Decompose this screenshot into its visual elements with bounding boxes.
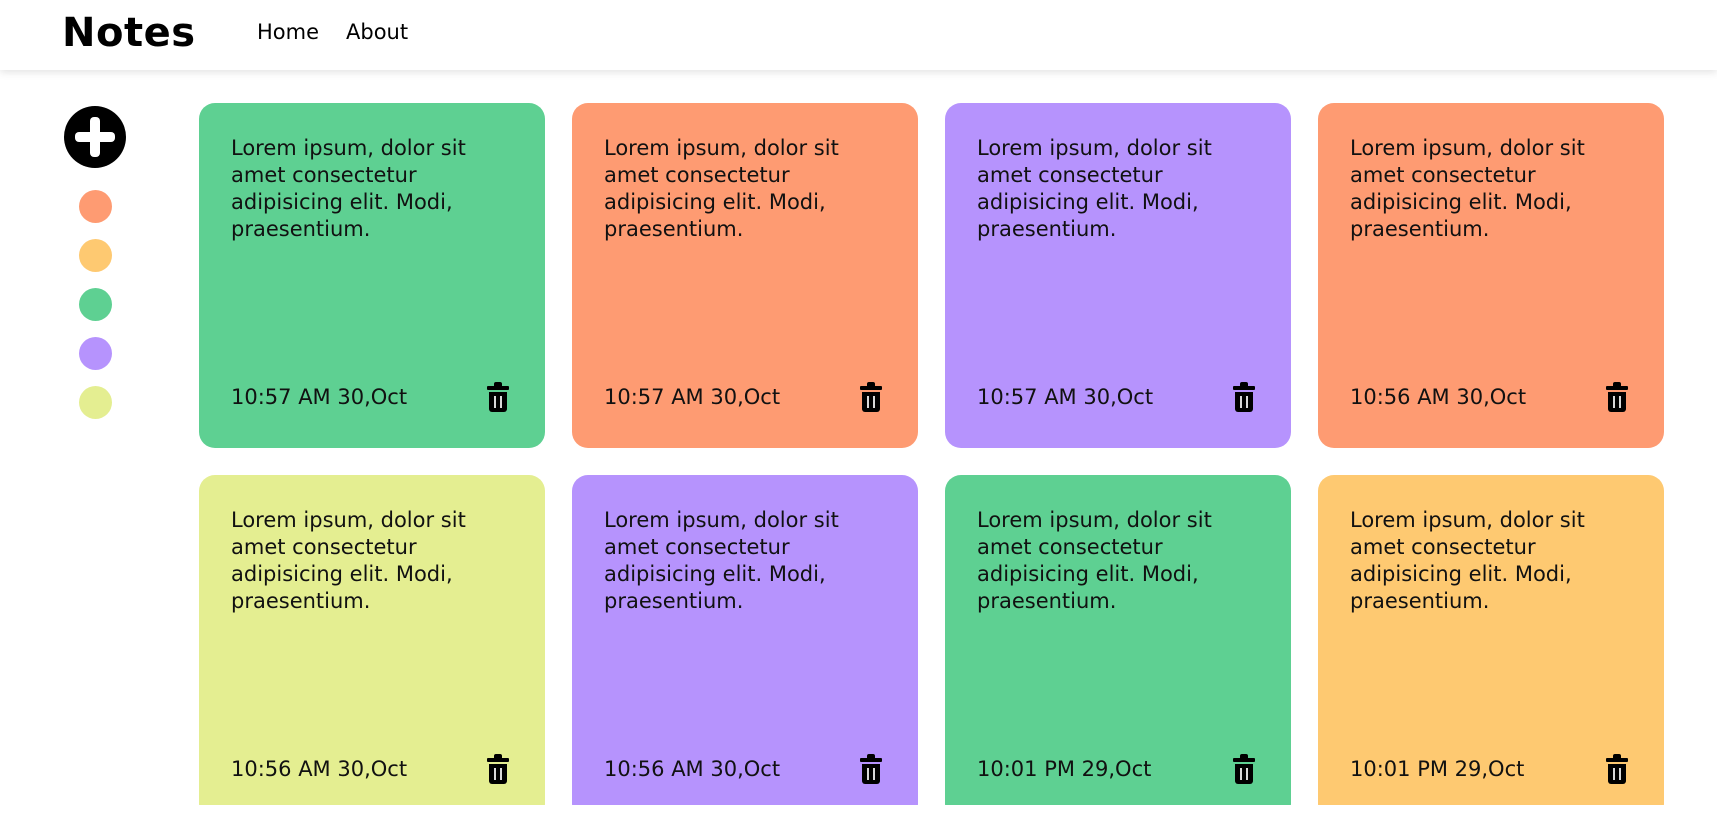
note-card[interactable]: Lorem ipsum, dolor sit amet consectetur … bbox=[572, 475, 918, 820]
trash-icon[interactable] bbox=[487, 382, 509, 412]
trash-icon[interactable] bbox=[860, 382, 882, 412]
notes-grid: Lorem ipsum, dolor sit amet consectetur … bbox=[199, 103, 1664, 820]
note-timestamp: 10:01 PM 29,Oct bbox=[1350, 757, 1525, 781]
color-swatches bbox=[79, 190, 128, 419]
note-timestamp: 10:56 AM 30,Oct bbox=[1350, 385, 1527, 409]
app-brand: Notes bbox=[62, 10, 196, 56]
swatch-lime[interactable] bbox=[79, 386, 112, 419]
note-text[interactable]: Lorem ipsum, dolor sit amet consectetur … bbox=[231, 507, 491, 615]
note-timestamp: 10:01 PM 29,Oct bbox=[977, 757, 1152, 781]
note-card[interactable]: Lorem ipsum, dolor sit amet consectetur … bbox=[199, 475, 545, 820]
note-footer: 10:57 AM 30,Oct bbox=[604, 382, 882, 412]
note-card[interactable]: Lorem ipsum, dolor sit amet consectetur … bbox=[1318, 103, 1664, 448]
note-timestamp: 10:57 AM 30,Oct bbox=[231, 385, 408, 409]
nav-home-link[interactable]: Home bbox=[257, 20, 319, 44]
navbar: Notes Home About bbox=[0, 0, 1717, 70]
note-footer: 10:57 AM 30,Oct bbox=[977, 382, 1255, 412]
note-card[interactable]: Lorem ipsum, dolor sit amet consectetur … bbox=[199, 103, 545, 448]
note-text[interactable]: Lorem ipsum, dolor sit amet consectetur … bbox=[231, 135, 491, 243]
note-footer: 10:57 AM 30,Oct bbox=[231, 382, 509, 412]
note-card[interactable]: Lorem ipsum, dolor sit amet consectetur … bbox=[1318, 475, 1664, 820]
trash-icon[interactable] bbox=[487, 754, 509, 784]
nav-about-link[interactable]: About bbox=[346, 20, 408, 44]
trash-icon[interactable] bbox=[860, 754, 882, 784]
note-text[interactable]: Lorem ipsum, dolor sit amet consectetur … bbox=[977, 507, 1237, 615]
trash-icon[interactable] bbox=[1233, 754, 1255, 784]
note-text[interactable]: Lorem ipsum, dolor sit amet consectetur … bbox=[1350, 135, 1610, 243]
note-timestamp: 10:57 AM 30,Oct bbox=[604, 385, 781, 409]
note-timestamp: 10:57 AM 30,Oct bbox=[977, 385, 1154, 409]
swatch-yellow[interactable] bbox=[79, 239, 112, 272]
viewport-edge bbox=[0, 805, 1717, 837]
note-text[interactable]: Lorem ipsum, dolor sit amet consectetur … bbox=[604, 507, 864, 615]
swatch-orange[interactable] bbox=[79, 190, 112, 223]
swatch-purple[interactable] bbox=[79, 337, 112, 370]
note-text[interactable]: Lorem ipsum, dolor sit amet consectetur … bbox=[977, 135, 1237, 243]
note-footer: 10:01 PM 29,Oct bbox=[1350, 754, 1628, 784]
sidebar bbox=[64, 106, 128, 419]
nav-links: Home About bbox=[257, 20, 408, 44]
note-footer: 10:56 AM 30,Oct bbox=[604, 754, 882, 784]
note-card[interactable]: Lorem ipsum, dolor sit amet consectetur … bbox=[572, 103, 918, 448]
trash-icon[interactable] bbox=[1233, 382, 1255, 412]
note-card[interactable]: Lorem ipsum, dolor sit amet consectetur … bbox=[945, 475, 1291, 820]
note-timestamp: 10:56 AM 30,Oct bbox=[604, 757, 781, 781]
note-text[interactable]: Lorem ipsum, dolor sit amet consectetur … bbox=[1350, 507, 1610, 615]
trash-icon[interactable] bbox=[1606, 382, 1628, 412]
swatch-green[interactable] bbox=[79, 288, 112, 321]
note-timestamp: 10:56 AM 30,Oct bbox=[231, 757, 408, 781]
note-footer: 10:56 AM 30,Oct bbox=[231, 754, 509, 784]
trash-icon[interactable] bbox=[1606, 754, 1628, 784]
note-footer: 10:56 AM 30,Oct bbox=[1350, 382, 1628, 412]
add-note-button[interactable] bbox=[64, 106, 126, 168]
note-text[interactable]: Lorem ipsum, dolor sit amet consectetur … bbox=[604, 135, 864, 243]
note-footer: 10:01 PM 29,Oct bbox=[977, 754, 1255, 784]
note-card[interactable]: Lorem ipsum, dolor sit amet consectetur … bbox=[945, 103, 1291, 448]
